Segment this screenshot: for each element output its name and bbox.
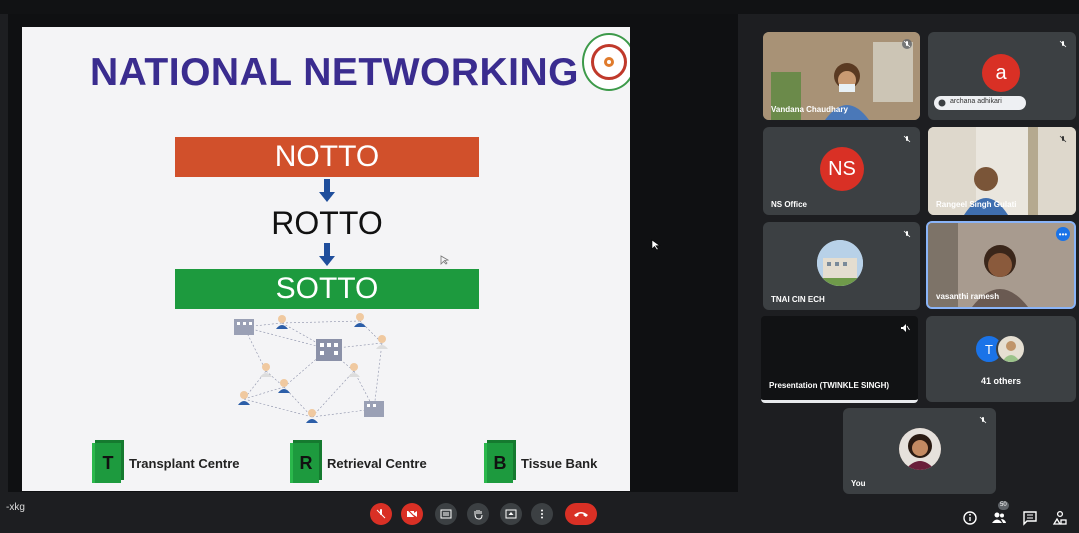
self-tile[interactable]: You: [843, 408, 996, 494]
present-button[interactable]: [500, 503, 522, 525]
participant-tile[interactable]: Vandana Chaudhary: [763, 32, 920, 120]
others-tile[interactable]: T 41 others: [926, 316, 1076, 402]
avatar: a: [982, 54, 1020, 92]
legend-letter: R: [290, 443, 319, 483]
presentation-tile[interactable]: Presentation (TWINKLE SINGH): [761, 316, 918, 403]
captions-button[interactable]: [435, 503, 457, 525]
legend-transplant-centre: T Transplant Centre: [92, 439, 240, 487]
participant-name: Rangeel Singh Gulati: [936, 200, 1017, 209]
avatar-photo: [899, 428, 941, 470]
volume-off-icon: [901, 324, 910, 332]
participant-tile[interactable]: a archana adhikari: [928, 32, 1076, 120]
camera-toggle-button[interactable]: [401, 503, 423, 525]
captions-icon: [440, 509, 452, 519]
mic-off-icon: [1059, 40, 1067, 48]
legend-tissue-bank: B Tissue Bank: [484, 439, 597, 487]
building-photo: [817, 240, 863, 286]
mic-off-icon: [1059, 135, 1067, 143]
down-arrow-icon: [319, 243, 335, 266]
sotto-box: SOTTO: [175, 269, 479, 309]
network-diagram: [234, 313, 388, 423]
raise-hand-button[interactable]: [467, 503, 489, 525]
notto-logo: [582, 33, 630, 91]
more-options-icon[interactable]: •••: [1056, 227, 1070, 241]
participant-tile[interactable]: TNAI CIN ECH: [763, 222, 920, 310]
participant-name: vasanthi ramesh: [936, 292, 1000, 301]
legend-letter: B: [484, 443, 513, 483]
account-icon: [938, 99, 946, 107]
legend-retrieval-centre: R Retrieval Centre: [290, 439, 427, 487]
participant-name: Presentation (TWINKLE SINGH): [769, 381, 890, 390]
participant-name: TNAI CIN ECH: [771, 295, 825, 304]
avatar-photo: [996, 334, 1026, 364]
avatar: NS: [820, 147, 864, 191]
legend-label: Retrieval Centre: [327, 455, 427, 471]
end-call-icon: [574, 512, 588, 517]
participant-tile-active[interactable]: ••• vasanthi ramesh: [926, 221, 1076, 309]
info-icon[interactable]: [962, 510, 978, 526]
others-count: 41 others: [980, 376, 1022, 386]
presentation-slide: NATIONAL NETWORKING NOTTO ROTTO SOTTO T …: [22, 27, 630, 491]
down-arrow-icon: [319, 179, 335, 202]
hospital-icon: [364, 401, 384, 417]
window-titlebar: [0, 0, 1079, 14]
chat-icon[interactable]: [1022, 510, 1038, 526]
participant-name: Vandana Chaudhary: [771, 105, 848, 114]
raise-hand-icon: [474, 510, 483, 520]
participant-name: NS Office: [771, 200, 808, 209]
hospital-icon: [234, 319, 254, 335]
participant-tile[interactable]: NS NS Office: [763, 127, 920, 215]
mic-toggle-button[interactable]: [370, 503, 392, 525]
avatar: [817, 240, 863, 286]
mic-off-icon: [903, 135, 911, 143]
mic-off-icon: [979, 416, 987, 424]
participant-name: You: [851, 479, 866, 488]
pointer-icon: [440, 255, 450, 265]
people-icon: [992, 512, 1006, 523]
participant-tile[interactable]: Rangeel Singh Gulati: [928, 127, 1076, 215]
legend-letter: T: [92, 443, 121, 483]
mouse-cursor-icon: [651, 239, 661, 251]
more-vert-icon: [541, 509, 543, 519]
legend-label: Tissue Bank: [521, 455, 598, 471]
rotto-label: ROTTO: [271, 205, 383, 241]
mic-off-icon: [902, 39, 912, 49]
notto-box: NOTTO: [175, 137, 479, 177]
end-call-button[interactable]: [565, 503, 597, 525]
people-button[interactable]: 50: [991, 501, 1009, 527]
legend-label: Transplant Centre: [129, 455, 240, 471]
name-chip: archana adhikari: [934, 96, 1026, 110]
mic-off-icon: [903, 230, 911, 238]
people-count-badge: 50: [998, 501, 1009, 510]
activities-icon[interactable]: [1052, 510, 1068, 526]
participant-name: archana adhikari: [950, 98, 1002, 105]
meeting-code: -xkg: [6, 502, 25, 513]
more-options-button[interactable]: [531, 503, 553, 525]
hospital-icon: [316, 339, 342, 361]
camera-off-icon: [406, 508, 418, 520]
present-icon: [505, 509, 517, 519]
slide-title: NATIONAL NETWORKING: [90, 51, 580, 94]
mic-off-icon: [376, 509, 386, 519]
